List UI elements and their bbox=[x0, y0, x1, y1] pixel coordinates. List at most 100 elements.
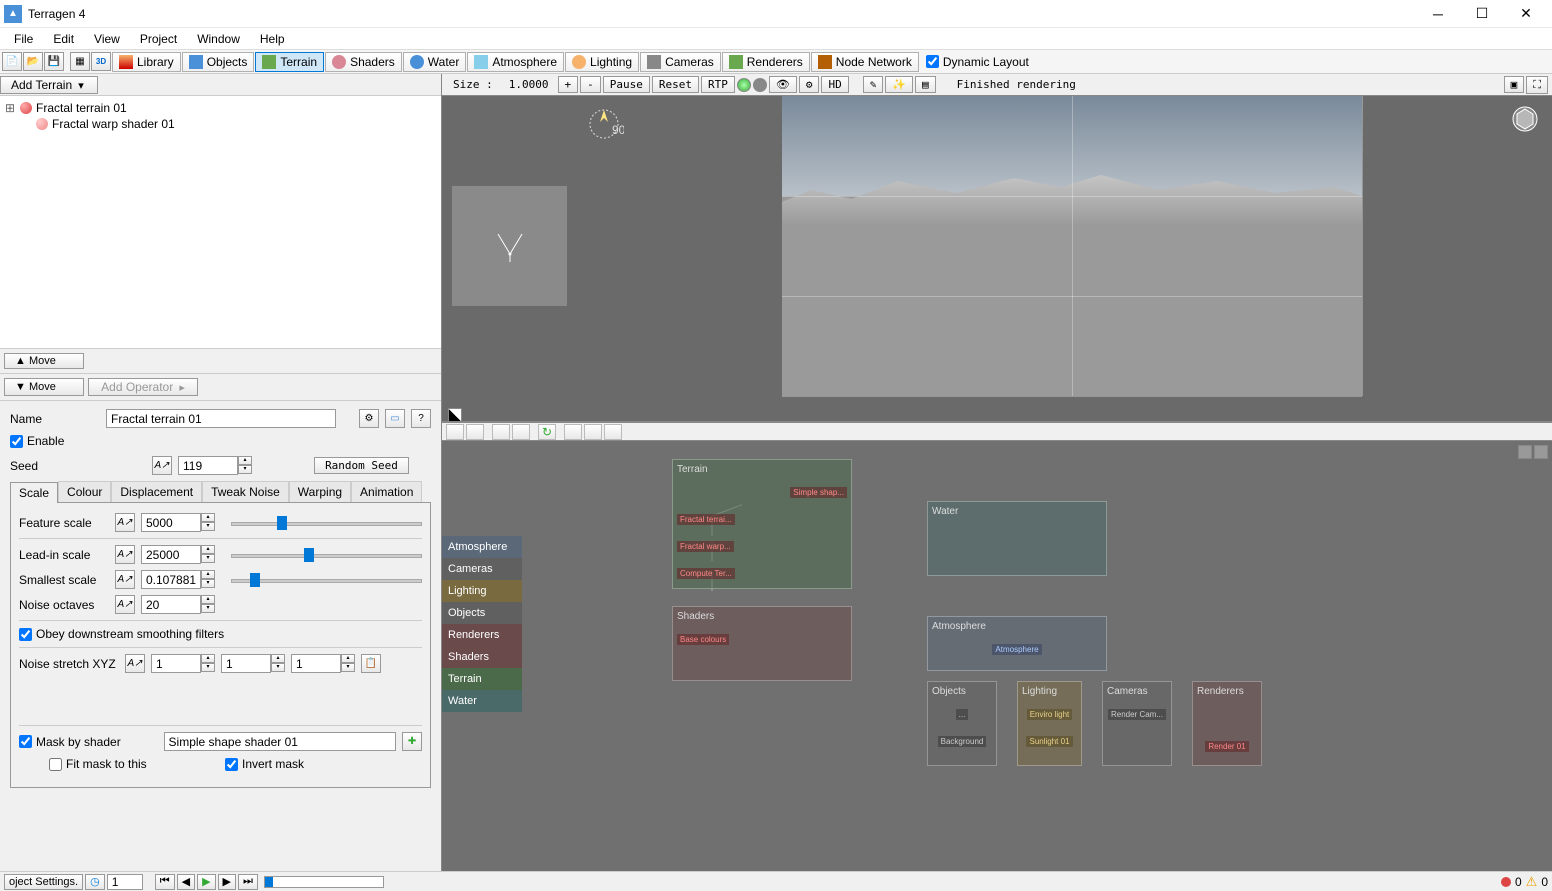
wand-icon[interactable]: ✨ bbox=[885, 76, 913, 93]
preview-icon[interactable]: ▭ bbox=[385, 409, 405, 428]
library-button[interactable]: Library bbox=[112, 52, 181, 72]
anim-icon[interactable]: A↗ bbox=[115, 513, 135, 532]
maximize-button[interactable]: ☐ bbox=[1460, 0, 1504, 28]
lead-in-input[interactable] bbox=[141, 545, 201, 564]
group-cameras[interactable]: Cameras Render Cam... bbox=[1102, 681, 1172, 766]
menu-window[interactable]: Window bbox=[189, 30, 248, 48]
tab-tweak-noise[interactable]: Tweak Noise bbox=[202, 481, 289, 502]
node[interactable]: Render Cam... bbox=[1108, 709, 1166, 720]
invert-mask-checkbox[interactable]: Invert mask bbox=[225, 757, 304, 771]
node[interactable]: Fractal terrai... bbox=[677, 514, 735, 525]
tab-lighting[interactable]: Lighting bbox=[565, 52, 639, 72]
eye-icon[interactable]: 👁 bbox=[769, 76, 797, 93]
fit-mask-checkbox[interactable]: Fit mask to this bbox=[49, 757, 219, 771]
render-viewport[interactable]: 90 bbox=[442, 96, 1552, 421]
size-minus-button[interactable]: - bbox=[580, 76, 601, 93]
clipboard-icon[interactable]: 📋 bbox=[361, 654, 381, 673]
expand-viewport-icon[interactable]: ⛶ bbox=[1526, 76, 1548, 94]
menu-view[interactable]: View bbox=[86, 30, 128, 48]
obey-checkbox[interactable]: Obey downstream smoothing filters bbox=[19, 627, 422, 641]
help-icon[interactable]: ? bbox=[411, 409, 431, 428]
seed-input[interactable] bbox=[178, 456, 238, 475]
nt-icon[interactable] bbox=[466, 424, 484, 440]
node[interactable]: Render 01 bbox=[1205, 741, 1248, 752]
layers-icon[interactable]: ▤ bbox=[915, 76, 936, 93]
menu-help[interactable]: Help bbox=[252, 30, 293, 48]
nv-max-icon[interactable] bbox=[1518, 445, 1532, 459]
anim-icon[interactable]: A↗ bbox=[115, 545, 135, 564]
compass-icon[interactable]: 90 bbox=[584, 104, 624, 144]
timeline-slider[interactable] bbox=[264, 876, 384, 888]
cat-atmosphere[interactable]: Atmosphere bbox=[442, 536, 522, 558]
dynamic-layout-checkbox[interactable]: Dynamic Layout bbox=[926, 55, 1029, 69]
tab-warping[interactable]: Warping bbox=[289, 481, 351, 502]
seed-anim-icon[interactable]: A↗ bbox=[152, 456, 172, 475]
nt-icon[interactable] bbox=[446, 424, 464, 440]
first-frame-icon[interactable]: ⏮ bbox=[155, 874, 175, 890]
feature-scale-input[interactable] bbox=[141, 513, 201, 532]
project-settings-button[interactable]: oject Settings. bbox=[4, 874, 83, 890]
cat-objects[interactable]: Objects bbox=[442, 602, 522, 624]
cat-cameras[interactable]: Cameras bbox=[442, 558, 522, 580]
nav-cube-icon[interactable] bbox=[1510, 104, 1540, 134]
group-atmosphere[interactable]: Atmosphere Atmosphere bbox=[927, 616, 1107, 671]
tab-shaders[interactable]: Shaders bbox=[325, 52, 402, 72]
move-down-button[interactable]: ▼ Move bbox=[4, 378, 84, 396]
maximize-viewport-icon[interactable]: ▣ bbox=[1504, 76, 1525, 93]
group-terrain[interactable]: Terrain Simple shap... Fractal terrai...… bbox=[672, 459, 852, 589]
tab-scale[interactable]: Scale bbox=[10, 482, 58, 503]
enable-checkbox[interactable]: Enable bbox=[10, 434, 431, 448]
lead-in-slider[interactable] bbox=[231, 548, 422, 562]
node[interactable]: Simple shap... bbox=[790, 487, 847, 498]
tab-node-network[interactable]: Node Network bbox=[811, 52, 919, 72]
mask-shader-input[interactable] bbox=[164, 732, 397, 751]
node[interactable]: Enviro light bbox=[1027, 709, 1073, 720]
cat-shaders[interactable]: Shaders bbox=[442, 646, 522, 668]
node[interactable]: Atmosphere bbox=[992, 644, 1041, 655]
node-network-view[interactable]: Atmosphere Cameras Lighting Objects Rend… bbox=[442, 441, 1552, 871]
frame-input[interactable] bbox=[107, 874, 143, 890]
pause-button[interactable]: Pause bbox=[603, 76, 650, 93]
next-frame-icon[interactable]: ▶ bbox=[218, 874, 236, 890]
new-file-icon[interactable]: 📄 bbox=[2, 52, 22, 71]
cat-lighting[interactable]: Lighting bbox=[442, 580, 522, 602]
node[interactable]: ... bbox=[956, 709, 969, 720]
menu-file[interactable]: File bbox=[6, 30, 41, 48]
cat-renderers[interactable]: Renderers bbox=[442, 624, 522, 646]
smallest-input[interactable] bbox=[141, 570, 201, 589]
tree-item[interactable]: Fractal warp shader 01 bbox=[4, 116, 437, 132]
clock-icon[interactable]: ◷ bbox=[85, 874, 105, 890]
link-icon[interactable] bbox=[604, 424, 622, 440]
node[interactable]: Fractal warp... bbox=[677, 541, 734, 552]
target-icon[interactable] bbox=[584, 424, 602, 440]
group-water[interactable]: Water bbox=[927, 501, 1107, 576]
random-seed-button[interactable]: Random Seed bbox=[314, 457, 409, 474]
dot-icon[interactable] bbox=[753, 78, 767, 92]
save-file-icon[interactable]: 💾 bbox=[44, 52, 64, 71]
tree-item[interactable]: ⊞ Fractal terrain 01 bbox=[4, 100, 437, 116]
rtp-button[interactable]: RTP bbox=[701, 76, 735, 93]
tab-colour[interactable]: Colour bbox=[58, 481, 111, 502]
node[interactable]: Sunlight 01 bbox=[1026, 736, 1072, 747]
name-input[interactable] bbox=[106, 409, 336, 428]
prev-frame-icon[interactable]: ◀ bbox=[177, 874, 195, 890]
last-frame-icon[interactable]: ⏭ bbox=[238, 874, 258, 890]
size-plus-button[interactable]: + bbox=[558, 76, 579, 93]
nt-icon[interactable] bbox=[492, 424, 510, 440]
stretch-y-input[interactable] bbox=[221, 654, 271, 673]
tab-cameras[interactable]: Cameras bbox=[640, 52, 721, 72]
minimize-button[interactable]: ─ bbox=[1416, 0, 1460, 28]
add-operator-button[interactable]: Add Operator ▸ bbox=[88, 378, 198, 396]
add-icon[interactable]: ✚ bbox=[402, 732, 422, 751]
stretch-z-input[interactable] bbox=[291, 654, 341, 673]
status-dot-icon[interactable] bbox=[737, 78, 751, 92]
node[interactable]: Background bbox=[938, 736, 987, 747]
octaves-input[interactable] bbox=[141, 595, 201, 614]
tab-displacement[interactable]: Displacement bbox=[111, 481, 202, 502]
group-renderers[interactable]: Renderers Render 01 bbox=[1192, 681, 1262, 766]
gear-icon[interactable]: ⚙ bbox=[359, 409, 379, 428]
smallest-slider[interactable] bbox=[231, 573, 422, 587]
tab-renderers[interactable]: Renderers bbox=[722, 52, 810, 72]
close-button[interactable]: ✕ bbox=[1504, 0, 1548, 28]
tab-terrain[interactable]: Terrain bbox=[255, 52, 324, 72]
